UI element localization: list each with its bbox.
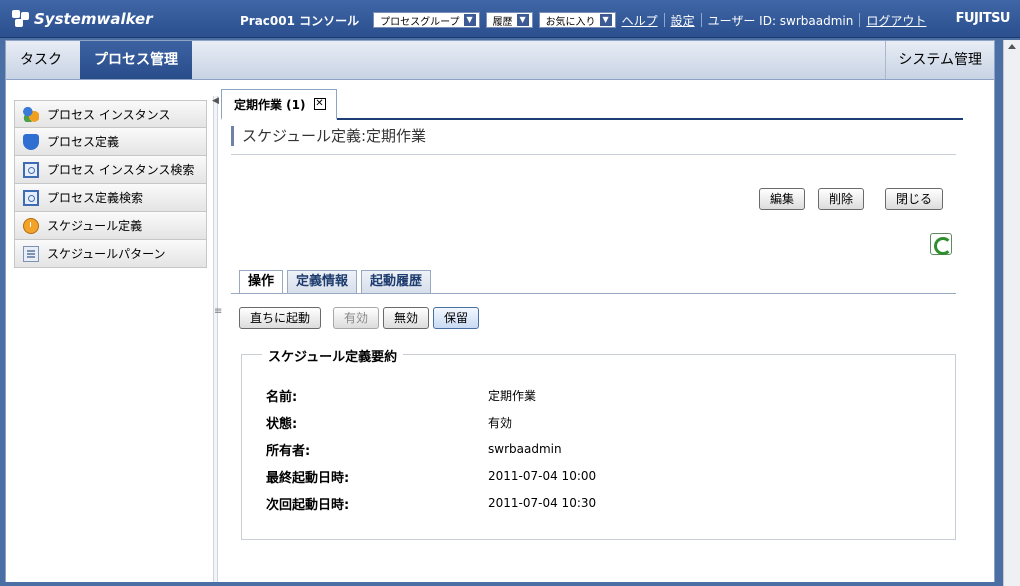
sidebar-item-instance-search[interactable]: プロセス インスタンス検索 (14, 156, 207, 184)
close-icon[interactable]: ✕ (313, 98, 326, 110)
sidebar: プロセス インスタンス プロセス定義 プロセス インスタンス検索 プロセス定義検… (14, 100, 207, 268)
divider (859, 13, 861, 27)
sidebar-item-definition-search[interactable]: プロセス定義検索 (14, 184, 207, 212)
logo-icon (12, 10, 30, 28)
document-tab-label: 定期作業 (1) (234, 97, 306, 112)
refresh-icon[interactable] (930, 233, 952, 255)
tab-start-history[interactable]: 起動履歴 (361, 270, 432, 294)
operation-buttons: 直ちに起動 有効 無効 保留 (239, 307, 480, 329)
summary-row-owner: 所有者: swrbaadmin (266, 439, 562, 459)
main-panel: 定期作業 (1) ✕ スケジュール定義:定期作業 編集 削除 閉じる 操作 定義… (221, 88, 966, 578)
document-tab[interactable]: 定期作業 (1) ✕ (221, 89, 337, 120)
delete-button[interactable]: 削除 (818, 188, 865, 210)
definition-search-icon (23, 189, 39, 206)
process-group-dropdown[interactable]: プロセスグループ ▼ (373, 12, 480, 28)
start-now-button[interactable]: 直ちに起動 (239, 307, 322, 329)
sidebar-splitter[interactable]: ◀ ≡ (212, 96, 222, 582)
tab-task[interactable]: タスク (6, 41, 76, 79)
summary-value: 有効 (488, 415, 513, 430)
sidebar-item-label: プロセス インスタンス (47, 107, 171, 122)
summary-label: 次回起動日時: (266, 497, 350, 513)
summary-label: 最終起動日時: (266, 470, 350, 486)
summary-value: 2011-07-04 10:00 (488, 469, 597, 483)
summary-value: swrbaadmin (488, 442, 562, 456)
edit-button[interactable]: 編集 (759, 188, 806, 210)
divider (231, 293, 956, 294)
document-tab-strip: 定期作業 (1) ✕ (221, 88, 963, 120)
bottom-border (0, 582, 1003, 586)
divider (663, 13, 665, 27)
chevron-down-icon: ▼ (516, 14, 529, 26)
systemwalker-logo: Systemwalker (12, 8, 153, 30)
summary-label: 所有者: (266, 443, 311, 459)
sidebar-item-label: プロセス インスタンス検索 (47, 163, 195, 177)
hold-button[interactable]: 保留 (433, 307, 480, 329)
process-instance-icon (23, 106, 39, 122)
sidebar-item-label: プロセス定義 (47, 135, 120, 149)
logout-link[interactable]: ログアウト (866, 12, 926, 29)
collapse-sidebar-icon[interactable]: ◀ (212, 96, 219, 106)
summary-label: 状態: (266, 416, 298, 432)
sidebar-item-label: スケジュール定義 (47, 219, 143, 233)
main-tab-bar: タスク プロセス管理 システム管理 (5, 40, 995, 80)
user-id: ユーザー ID: swrbaadmin (707, 13, 854, 28)
favorites-dropdown[interactable]: お気に入り ▼ (538, 12, 616, 28)
summary-row-name: 名前: 定期作業 (266, 385, 536, 405)
summary-row-last-start: 最終起動日時: 2011-07-04 10:00 (266, 466, 596, 486)
fujitsu-logo: FUJITSU (955, 11, 1011, 26)
header-nav: Prac001 コンソール プロセスグループ ▼ 履歴 ▼ お気に入り ▼ ヘル… (240, 11, 926, 29)
top-header: Systemwalker Prac001 コンソール プロセスグループ ▼ 履歴… (0, 0, 1020, 38)
sidebar-item-process-instance[interactable]: プロセス インスタンス (14, 100, 207, 128)
summary-legend: スケジュール定義要約 (262, 346, 404, 365)
scroll-up-icon[interactable] (1008, 44, 1016, 49)
summary-row-status: 状態: 有効 (266, 412, 512, 432)
process-definition-icon (23, 133, 39, 150)
page-title: スケジュール定義:定期作業 (231, 126, 426, 146)
sidebar-item-schedule-pattern[interactable]: スケジュールパターン (14, 240, 207, 268)
summary-row-next-start: 次回起動日時: 2011-07-04 10:30 (266, 493, 596, 513)
sidebar-item-schedule-definition[interactable]: スケジュール定義 (14, 212, 207, 240)
tab-operations[interactable]: 操作 (239, 270, 284, 294)
schedule-summary: スケジュール定義要約 名前: 定期作業 状態: 有効 所有者: swrbaadm… (241, 346, 956, 540)
summary-value: 2011-07-04 10:30 (488, 496, 597, 510)
help-link[interactable]: ヘルプ (622, 12, 658, 29)
disable-button[interactable]: 無効 (383, 307, 430, 329)
process-group-label: プロセスグループ (380, 16, 460, 28)
schedule-pattern-icon (23, 245, 39, 262)
sidebar-item-process-definition[interactable]: プロセス定義 (14, 128, 207, 156)
tab-system-management[interactable]: システム管理 (885, 41, 994, 79)
summary-label: 名前: (266, 389, 298, 405)
instance-search-icon (23, 161, 39, 178)
tab-process-management[interactable]: プロセス管理 (80, 41, 192, 79)
history-dropdown[interactable]: 履歴 ▼ (485, 12, 533, 28)
divider (231, 154, 956, 155)
summary-value: 定期作業 (488, 388, 537, 403)
sub-tab-strip: 操作 定義情報 起動履歴 (239, 270, 432, 294)
sidebar-item-label: プロセス定義検索 (47, 191, 144, 205)
enable-button[interactable]: 有効 (333, 307, 380, 329)
tab-definition-info[interactable]: 定義情報 (287, 270, 358, 294)
chevron-down-icon: ▼ (599, 14, 612, 26)
logo-text: Systemwalker (34, 10, 153, 28)
chevron-down-icon: ▼ (463, 14, 476, 26)
close-button[interactable]: 閉じる (885, 188, 944, 210)
sidebar-item-label: スケジュールパターン (47, 247, 166, 261)
settings-link[interactable]: 設定 (671, 12, 695, 29)
divider (700, 13, 702, 27)
content-area: プロセス インスタンス プロセス定義 プロセス インスタンス検索 プロセス定義検… (5, 80, 995, 586)
favorites-label: お気に入り (545, 16, 596, 28)
history-label: 履歴 (492, 16, 513, 28)
vertical-scrollbar[interactable] (1003, 40, 1020, 586)
schedule-definition-icon (23, 217, 39, 234)
app-name: Prac001 コンソール (240, 13, 360, 28)
